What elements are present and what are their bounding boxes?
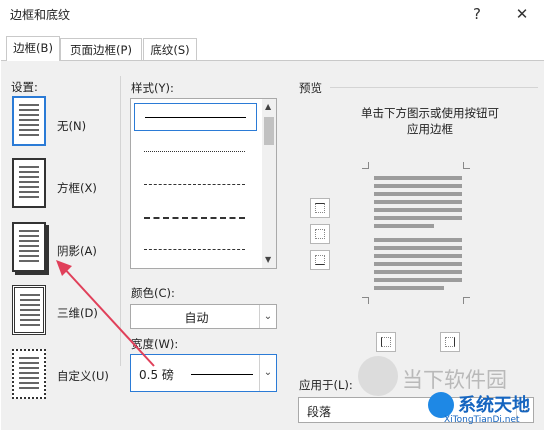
setting-box-label[interactable]: 方框(X) xyxy=(57,180,97,196)
tab-shading[interactable]: 底纹(S) xyxy=(143,38,197,60)
setting-custom-label[interactable]: 自定义(U) xyxy=(57,368,109,384)
watermark-text-2: 系统天地 xyxy=(458,395,530,416)
style-label: 样式(Y): xyxy=(131,81,174,95)
style-scrollbar[interactable]: ▲ ▼ xyxy=(262,99,276,268)
chevron-down-icon[interactable]: ⌄ xyxy=(259,305,276,328)
style-small-dash-line[interactable] xyxy=(144,184,245,185)
title-bar: 边框和底纹 ? ✕ xyxy=(0,0,545,30)
scroll-down-icon[interactable]: ▼ xyxy=(265,255,271,264)
tab-strip: 边框(B) 页面边框(P) 底纹(S) xyxy=(0,36,545,61)
watermark-logo-icon xyxy=(358,356,398,396)
style-item-selected[interactable] xyxy=(134,103,257,131)
setting-3d-icon[interactable] xyxy=(12,285,46,335)
setting-none-label[interactable]: 无(N) xyxy=(57,118,86,134)
scroll-thumb[interactable] xyxy=(264,117,274,145)
style-solid-line xyxy=(145,117,246,118)
preview-page[interactable] xyxy=(362,162,470,304)
setting-shadow-icon[interactable] xyxy=(12,222,46,272)
setting-box-icon[interactable] xyxy=(12,158,46,208)
scroll-up-icon[interactable]: ▲ xyxy=(265,102,271,111)
setting-custom-icon[interactable] xyxy=(12,349,46,399)
preview-label: 预览 xyxy=(299,81,322,95)
apply-to-label: 应用于(L): xyxy=(299,378,353,392)
preview-instructions-2: 应用边框 xyxy=(407,122,453,136)
right-border-button[interactable] xyxy=(440,332,460,352)
inside-horizontal-border-button[interactable] xyxy=(310,224,330,244)
tab-page-border[interactable]: 页面边框(P) xyxy=(60,38,142,60)
window-title: 边框和底纹 xyxy=(10,8,71,22)
preview-instructions-1: 单击下方图示或使用按钮可 xyxy=(361,106,499,120)
style-dotted-line[interactable] xyxy=(144,151,245,152)
bottom-border-button[interactable] xyxy=(310,250,330,270)
close-button[interactable]: ✕ xyxy=(507,2,537,26)
style-list[interactable]: ▲ ▼ xyxy=(130,98,277,269)
chevron-down-icon[interactable]: ⌄ xyxy=(259,355,276,391)
help-button[interactable]: ? xyxy=(462,2,492,26)
apply-to-value: 段落 xyxy=(307,405,332,419)
preview-header-rule xyxy=(330,87,538,88)
tab-borders[interactable]: 边框(B) xyxy=(6,36,60,61)
watermark-text-3: XiTongTianDi.net xyxy=(444,415,520,425)
width-sample-line xyxy=(191,374,253,375)
watermark-text-1: 当下软件园 xyxy=(402,368,507,392)
setting-none-icon[interactable] xyxy=(12,96,46,146)
annotation-arrow-icon xyxy=(56,260,155,367)
settings-label: 设置: xyxy=(11,80,38,94)
left-border-button[interactable] xyxy=(376,332,396,352)
top-border-button[interactable] xyxy=(310,198,330,218)
style-dash-line[interactable] xyxy=(144,217,245,219)
